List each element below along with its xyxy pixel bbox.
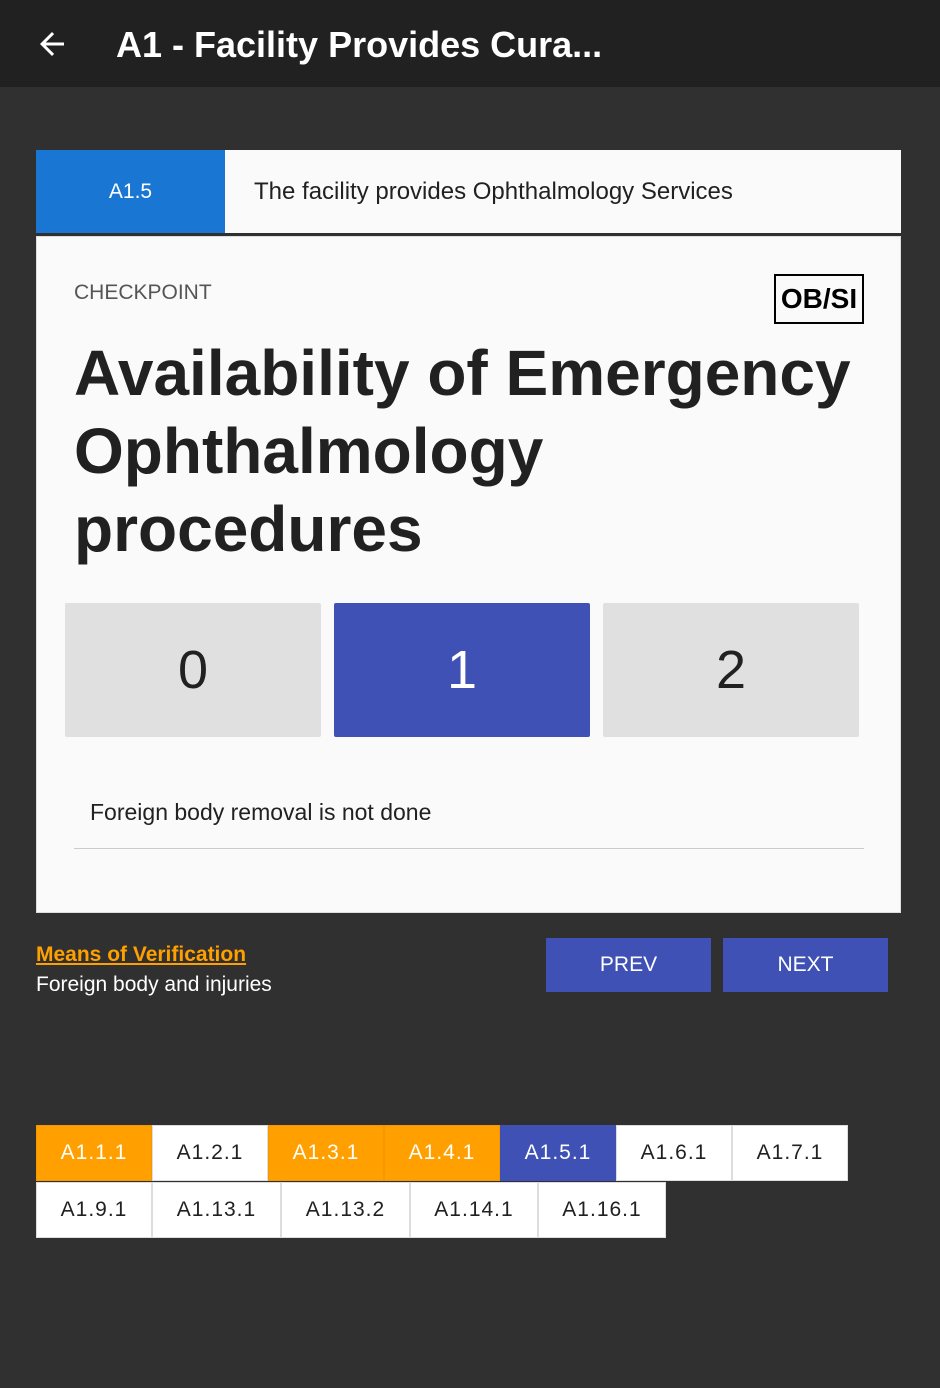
page-title: A1 - Facility Provides Cura...	[116, 24, 603, 65]
verification-text: Foreign body and injuries	[36, 973, 272, 996]
standard-code[interactable]: A1.5	[36, 150, 225, 233]
checkpoint-chip[interactable]: A1.16.1	[538, 1182, 666, 1238]
divider	[74, 848, 864, 849]
standard-tab: A1.5 The facility provides Ophthalmology…	[36, 150, 901, 233]
prev-button[interactable]: PREV	[546, 938, 711, 992]
checkpoint-card: CHECKPOINT OB/SI Availability of Emergen…	[36, 236, 901, 913]
checkpoint-chip[interactable]: A1.14.1	[410, 1182, 538, 1238]
checkpoint-chip[interactable]: A1.4.1	[384, 1125, 500, 1181]
checkpoint-chip[interactable]: A1.5.1	[500, 1125, 616, 1181]
checkpoint-chip[interactable]: A1.3.1	[268, 1125, 384, 1181]
checkpoint-chip[interactable]: A1.13.1	[152, 1182, 281, 1238]
next-button[interactable]: NEXT	[723, 938, 888, 992]
checkpoint-chip[interactable]: A1.6.1	[616, 1125, 732, 1181]
checkpoint-chip[interactable]: A1.7.1	[732, 1125, 848, 1181]
checkpoint-chip[interactable]: A1.9.1	[36, 1182, 152, 1238]
app-bar: A1 - Facility Provides Cura...	[0, 0, 940, 87]
score-description: Foreign body removal is not done	[90, 799, 432, 825]
checkpoint-chip[interactable]: A1.13.2	[281, 1182, 410, 1238]
score-button-1[interactable]: 1	[334, 603, 590, 737]
arrow-left-icon[interactable]	[34, 26, 70, 62]
standard-text: The facility provides Ophthalmology Serv…	[254, 177, 733, 205]
score-button-2[interactable]: 2	[603, 603, 859, 737]
score-button-0[interactable]: 0	[65, 603, 321, 737]
assessment-method-badge: OB/SI	[774, 274, 864, 324]
checkpoint-chip[interactable]: A1.1.1	[36, 1125, 152, 1181]
checkpoint-title: Availability of Emergency Ophthalmology …	[74, 337, 851, 565]
checkpoint-label: CHECKPOINT	[74, 281, 212, 304]
means-of-verification-link[interactable]: Means of Verification	[36, 943, 246, 967]
checkpoint-chip[interactable]: A1.2.1	[152, 1125, 268, 1181]
